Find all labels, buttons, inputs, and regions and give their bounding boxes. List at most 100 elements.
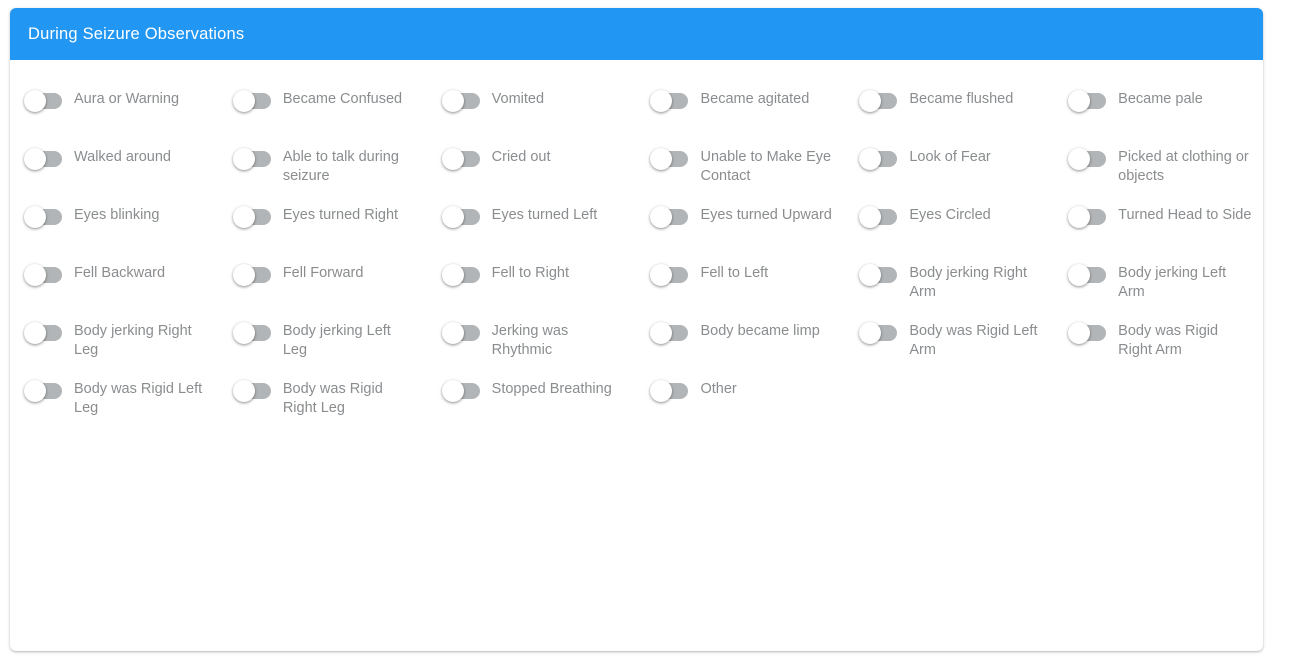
- observation-toggle-item[interactable]: Eyes Circled: [845, 202, 1054, 260]
- observation-toggle-item[interactable]: Eyes blinking: [10, 202, 219, 260]
- observation-toggle-label: Eyes blinking: [74, 207, 160, 223]
- toggle-knob-icon: [232, 380, 255, 402]
- observation-toggle-item[interactable]: Body jerking Right Arm: [845, 260, 1054, 318]
- toggle-switch-fell-forward[interactable]: [232, 264, 273, 286]
- observation-toggle-item[interactable]: Unable to Make Eye Contact: [636, 144, 845, 202]
- observation-toggle-item[interactable]: Other: [636, 376, 845, 434]
- observation-toggle-item[interactable]: Body jerking Left Leg: [219, 318, 428, 376]
- toggle-knob-icon: [1068, 90, 1091, 112]
- toggle-switch-turned-head-to-side[interactable]: [1068, 206, 1108, 228]
- observation-toggle-label: Vomited: [491, 91, 545, 107]
- observation-toggle-item[interactable]: Look of Fear: [845, 144, 1054, 202]
- observation-toggle-label: Became flushed: [909, 91, 1014, 107]
- toggle-switch-eyes-turned-right[interactable]: [232, 206, 273, 228]
- toggle-knob-icon: [441, 206, 464, 228]
- toggle-switch-body-was-rigid-left-arm[interactable]: [859, 322, 899, 344]
- observation-toggle-label: Look of Fear: [909, 149, 991, 165]
- observation-toggle-item[interactable]: Eyes turned Left: [428, 202, 637, 260]
- toggle-switch-eyes-turned-upward[interactable]: [650, 206, 690, 228]
- observation-toggle-label: Body jerking Right Leg: [74, 323, 192, 358]
- observation-toggle-item[interactable]: Vomited: [428, 86, 637, 144]
- toggle-knob-icon: [232, 90, 255, 112]
- toggle-knob-icon: [232, 264, 255, 286]
- toggle-switch-fell-to-right[interactable]: [441, 264, 482, 286]
- toggle-switch-eyes-blinking[interactable]: [24, 206, 64, 228]
- observation-toggle-item[interactable]: Became pale: [1054, 86, 1263, 144]
- page-background: During Seizure Observations Aura or Warn…: [0, 0, 1297, 665]
- observation-toggle-item[interactable]: Became agitated: [636, 86, 845, 144]
- observation-toggle-item[interactable]: Turned Head to Side: [1054, 202, 1263, 260]
- observation-toggle-label: Body was Rigid Right Leg: [282, 381, 383, 416]
- observation-toggle-item[interactable]: Body was Rigid Right Leg: [219, 376, 428, 434]
- toggle-switch-became-agitated[interactable]: [650, 90, 690, 112]
- observation-toggle-grid: Aura or Warning Became Confused Vomited Bec…: [10, 86, 1263, 434]
- observation-toggle-label: Able to talk during seizure: [282, 149, 399, 184]
- observation-toggle-item[interactable]: Fell to Right: [428, 260, 637, 318]
- toggle-switch-able-to-talk-during-seizure[interactable]: [232, 148, 273, 170]
- observation-toggle-item[interactable]: Aura or Warning: [10, 86, 219, 144]
- observation-toggle-label: Turned Head to Side: [1118, 207, 1252, 223]
- toggle-switch-aura-or-warning[interactable]: [24, 90, 64, 112]
- observation-toggle-item[interactable]: Body was Rigid Right Arm: [1054, 318, 1263, 376]
- observation-toggle-label: Became agitated: [700, 91, 810, 107]
- toggle-switch-body-jerking-right-leg[interactable]: [24, 322, 64, 344]
- toggle-knob-icon: [441, 380, 464, 402]
- observation-toggle-label: Fell to Left: [700, 265, 769, 281]
- observation-toggle-label: Body became limp: [700, 323, 820, 339]
- card-header: During Seizure Observations: [10, 8, 1263, 60]
- toggle-knob-icon: [1068, 322, 1091, 344]
- observation-toggle-item[interactable]: Body jerking Right Leg: [10, 318, 219, 376]
- observation-toggle-label: Body was Rigid Left Arm: [909, 323, 1038, 358]
- toggle-switch-body-became-limp[interactable]: [650, 322, 690, 344]
- toggle-switch-look-of-fear[interactable]: [859, 148, 899, 170]
- observations-card: During Seizure Observations Aura or Warn…: [10, 8, 1263, 651]
- toggle-switch-jerking-was-rhythmic[interactable]: [441, 322, 482, 344]
- observation-toggle-label: Fell Forward: [282, 265, 364, 281]
- toggle-switch-vomited[interactable]: [441, 90, 482, 112]
- toggle-switch-walked-around[interactable]: [24, 148, 64, 170]
- observation-toggle-item[interactable]: Fell Backward: [10, 260, 219, 318]
- observation-toggle-label: Stopped Breathing: [491, 381, 612, 397]
- observation-toggle-item[interactable]: Jerking was Rhythmic: [428, 318, 637, 376]
- toggle-knob-icon: [232, 322, 255, 344]
- observation-toggle-item[interactable]: Body became limp: [636, 318, 845, 376]
- toggle-switch-body-jerking-right-arm[interactable]: [859, 264, 899, 286]
- observation-toggle-item[interactable]: Fell Forward: [219, 260, 428, 318]
- toggle-switch-became-confused[interactable]: [232, 90, 273, 112]
- observation-toggle-item[interactable]: Able to talk during seizure: [219, 144, 428, 202]
- toggle-switch-body-was-rigid-right-leg[interactable]: [232, 380, 273, 402]
- toggle-switch-eyes-turned-left[interactable]: [441, 206, 482, 228]
- observation-toggle-item[interactable]: Walked around: [10, 144, 219, 202]
- toggle-switch-stopped-breathing[interactable]: [441, 380, 482, 402]
- observation-toggle-label: Picked at clothing or objects: [1118, 149, 1249, 184]
- toggle-switch-body-jerking-left-arm[interactable]: [1068, 264, 1108, 286]
- observation-toggle-item[interactable]: Picked at clothing or objects: [1054, 144, 1263, 202]
- toggle-switch-became-pale[interactable]: [1068, 90, 1108, 112]
- toggle-switch-unable-to-make-eye-contact[interactable]: [650, 148, 690, 170]
- toggle-switch-cried-out[interactable]: [441, 148, 482, 170]
- observation-toggle-item[interactable]: Became Confused: [219, 86, 428, 144]
- observation-toggle-item[interactable]: Body jerking Left Arm: [1054, 260, 1263, 318]
- observation-toggle-item[interactable]: Stopped Breathing: [428, 376, 637, 434]
- toggle-switch-body-was-rigid-right-arm[interactable]: [1068, 322, 1108, 344]
- toggle-switch-fell-to-left[interactable]: [650, 264, 690, 286]
- toggle-switch-body-jerking-left-leg[interactable]: [232, 322, 273, 344]
- observation-toggle-item[interactable]: Eyes turned Upward: [636, 202, 845, 260]
- observation-toggle-item[interactable]: Cried out: [428, 144, 637, 202]
- observation-toggle-item[interactable]: Eyes turned Right: [219, 202, 428, 260]
- toggle-knob-icon: [1068, 264, 1091, 286]
- observation-toggle-item[interactable]: Fell to Left: [636, 260, 845, 318]
- toggle-switch-other[interactable]: [650, 380, 690, 402]
- observation-toggle-label: Body jerking Right Arm: [909, 265, 1027, 300]
- observation-toggle-item[interactable]: Body was Rigid Left Leg: [10, 376, 219, 434]
- toggle-switch-eyes-circled[interactable]: [859, 206, 899, 228]
- toggle-switch-body-was-rigid-left-leg[interactable]: [24, 380, 64, 402]
- toggle-knob-icon: [1068, 206, 1091, 228]
- toggle-switch-became-flushed[interactable]: [859, 90, 899, 112]
- observation-toggle-item[interactable]: Body was Rigid Left Arm: [845, 318, 1054, 376]
- observation-toggle-label: Cried out: [491, 149, 551, 165]
- observation-toggle-label: Body jerking Left Arm: [1118, 265, 1227, 300]
- toggle-switch-fell-backward[interactable]: [24, 264, 64, 286]
- observation-toggle-item[interactable]: Became flushed: [845, 86, 1054, 144]
- toggle-switch-picked-at-clothing-or-objects[interactable]: [1068, 148, 1108, 170]
